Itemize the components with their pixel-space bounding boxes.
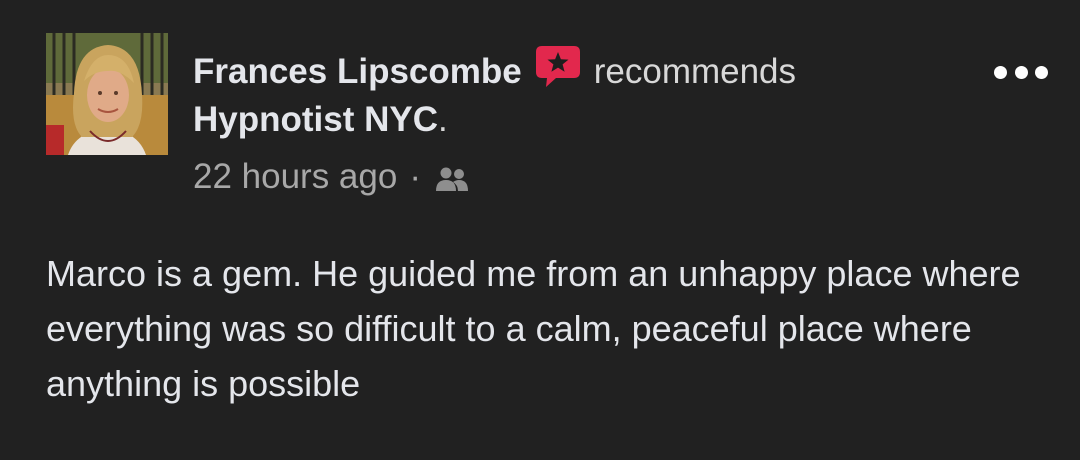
avatar[interactable] bbox=[46, 33, 168, 155]
meta-separator: · bbox=[409, 157, 421, 196]
post-meta: 22 hours ago · bbox=[193, 157, 473, 197]
timestamp[interactable]: 22 hours ago bbox=[193, 157, 397, 197]
friends-icon[interactable] bbox=[433, 164, 473, 194]
more-dot bbox=[1014, 65, 1028, 79]
recommendation-post: Frances Lipscombe recommends Hypnotist N… bbox=[0, 0, 1080, 460]
more-dot bbox=[1035, 65, 1048, 79]
avatar-image bbox=[46, 33, 168, 155]
author-name[interactable]: Frances Lipscombe bbox=[193, 52, 522, 92]
post-header: Frances Lipscombe recommends bbox=[193, 46, 797, 94]
recommend-star-bubble-icon bbox=[534, 42, 582, 90]
more-dot bbox=[994, 65, 1007, 79]
recommended-page-line: Hypnotist NYC. bbox=[193, 100, 448, 140]
page-name-period: . bbox=[438, 100, 448, 139]
post-body-text: Marco is a gem. He guided me from an unh… bbox=[46, 253, 1021, 404]
page-name-link[interactable]: Hypnotist NYC bbox=[193, 100, 438, 139]
recommends-text: recommends bbox=[593, 52, 797, 91]
more-options-icon[interactable] bbox=[994, 58, 1048, 86]
